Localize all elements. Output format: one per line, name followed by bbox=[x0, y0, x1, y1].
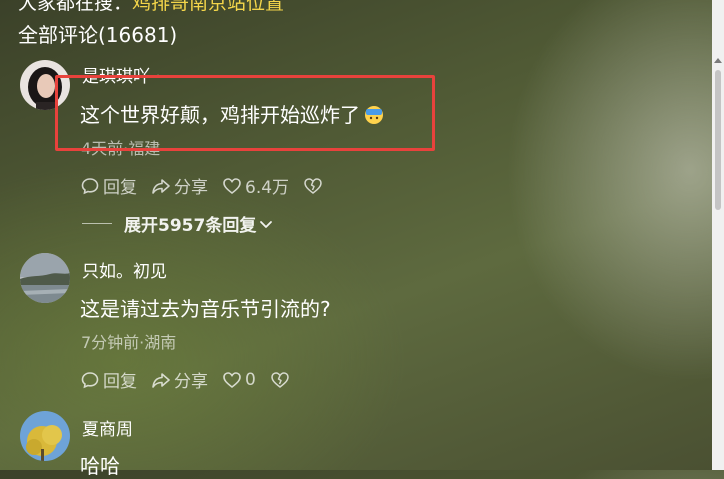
comments-count-title: 全部评论(16681) bbox=[18, 23, 178, 47]
comment-actions: 回复 分享 0 bbox=[80, 367, 307, 392]
expand-replies-label: 展开5957条回复 bbox=[124, 216, 257, 236]
dislike-button[interactable] bbox=[303, 176, 326, 196]
reply-label: 回复 bbox=[103, 372, 137, 392]
comment-bubble-icon bbox=[81, 371, 99, 388]
scroll-up-arrow-icon[interactable] bbox=[714, 58, 722, 63]
share-label: 分享 bbox=[174, 178, 208, 198]
share-button[interactable]: 分享 bbox=[151, 367, 208, 392]
like-count: 0 bbox=[245, 369, 256, 390]
broken-heart-icon bbox=[271, 371, 289, 388]
scrollbar-thumb[interactable] bbox=[715, 70, 721, 210]
comment-text: 哈哈 bbox=[80, 454, 120, 478]
reply-button[interactable]: 回复 bbox=[80, 173, 137, 198]
reply-label: 回复 bbox=[103, 178, 137, 198]
share-button[interactable]: 分享 bbox=[151, 173, 208, 198]
heart-icon bbox=[223, 371, 241, 388]
chevron-down-icon bbox=[260, 220, 273, 228]
like-button[interactable]: 6.4万 bbox=[222, 173, 289, 198]
comment-bubble-icon bbox=[81, 177, 99, 194]
comments-panel: 大家都在搜：鸡排哥南京站位置 全部评论(16681) 是琪琪吖 · 这个世界好颠… bbox=[0, 0, 724, 478]
avatar[interactable] bbox=[20, 411, 70, 461]
like-count: 6.4万 bbox=[245, 178, 290, 198]
search-suggestion-prefix: 大家都在搜： bbox=[18, 0, 133, 14]
share-label: 分享 bbox=[174, 372, 208, 392]
expand-divider-line bbox=[82, 223, 112, 224]
avatar[interactable] bbox=[20, 253, 70, 303]
search-suggestion-link[interactable]: 鸡排哥南京站位置 bbox=[132, 0, 284, 14]
share-arrow-icon bbox=[152, 178, 170, 194]
broken-heart-icon bbox=[304, 177, 322, 194]
tree-photo-avatar bbox=[20, 411, 70, 461]
highlight-annotation-box bbox=[55, 75, 435, 151]
vertical-scrollbar[interactable] bbox=[712, 0, 724, 470]
heart-icon bbox=[223, 177, 241, 194]
comment-actions: 回复 分享 6.4万 bbox=[80, 173, 340, 198]
comment-text: 这是请过去为音乐节引流的? bbox=[80, 297, 331, 321]
share-arrow-icon bbox=[152, 372, 170, 388]
comment-username[interactable]: 只如。初见 bbox=[82, 257, 167, 282]
landscape-photo-avatar bbox=[20, 253, 70, 303]
comment-username[interactable]: 夏商周 bbox=[82, 415, 133, 440]
like-button[interactable]: 0 bbox=[222, 370, 256, 390]
search-suggestion[interactable]: 大家都在搜：鸡排哥南京站位置 bbox=[18, 0, 284, 15]
expand-replies-button[interactable]: 展开5957条回复 bbox=[82, 211, 274, 236]
dislike-button[interactable] bbox=[270, 370, 293, 390]
comment-meta: 7分钟前·湖南 bbox=[81, 333, 177, 352]
reply-button[interactable]: 回复 bbox=[80, 367, 137, 392]
